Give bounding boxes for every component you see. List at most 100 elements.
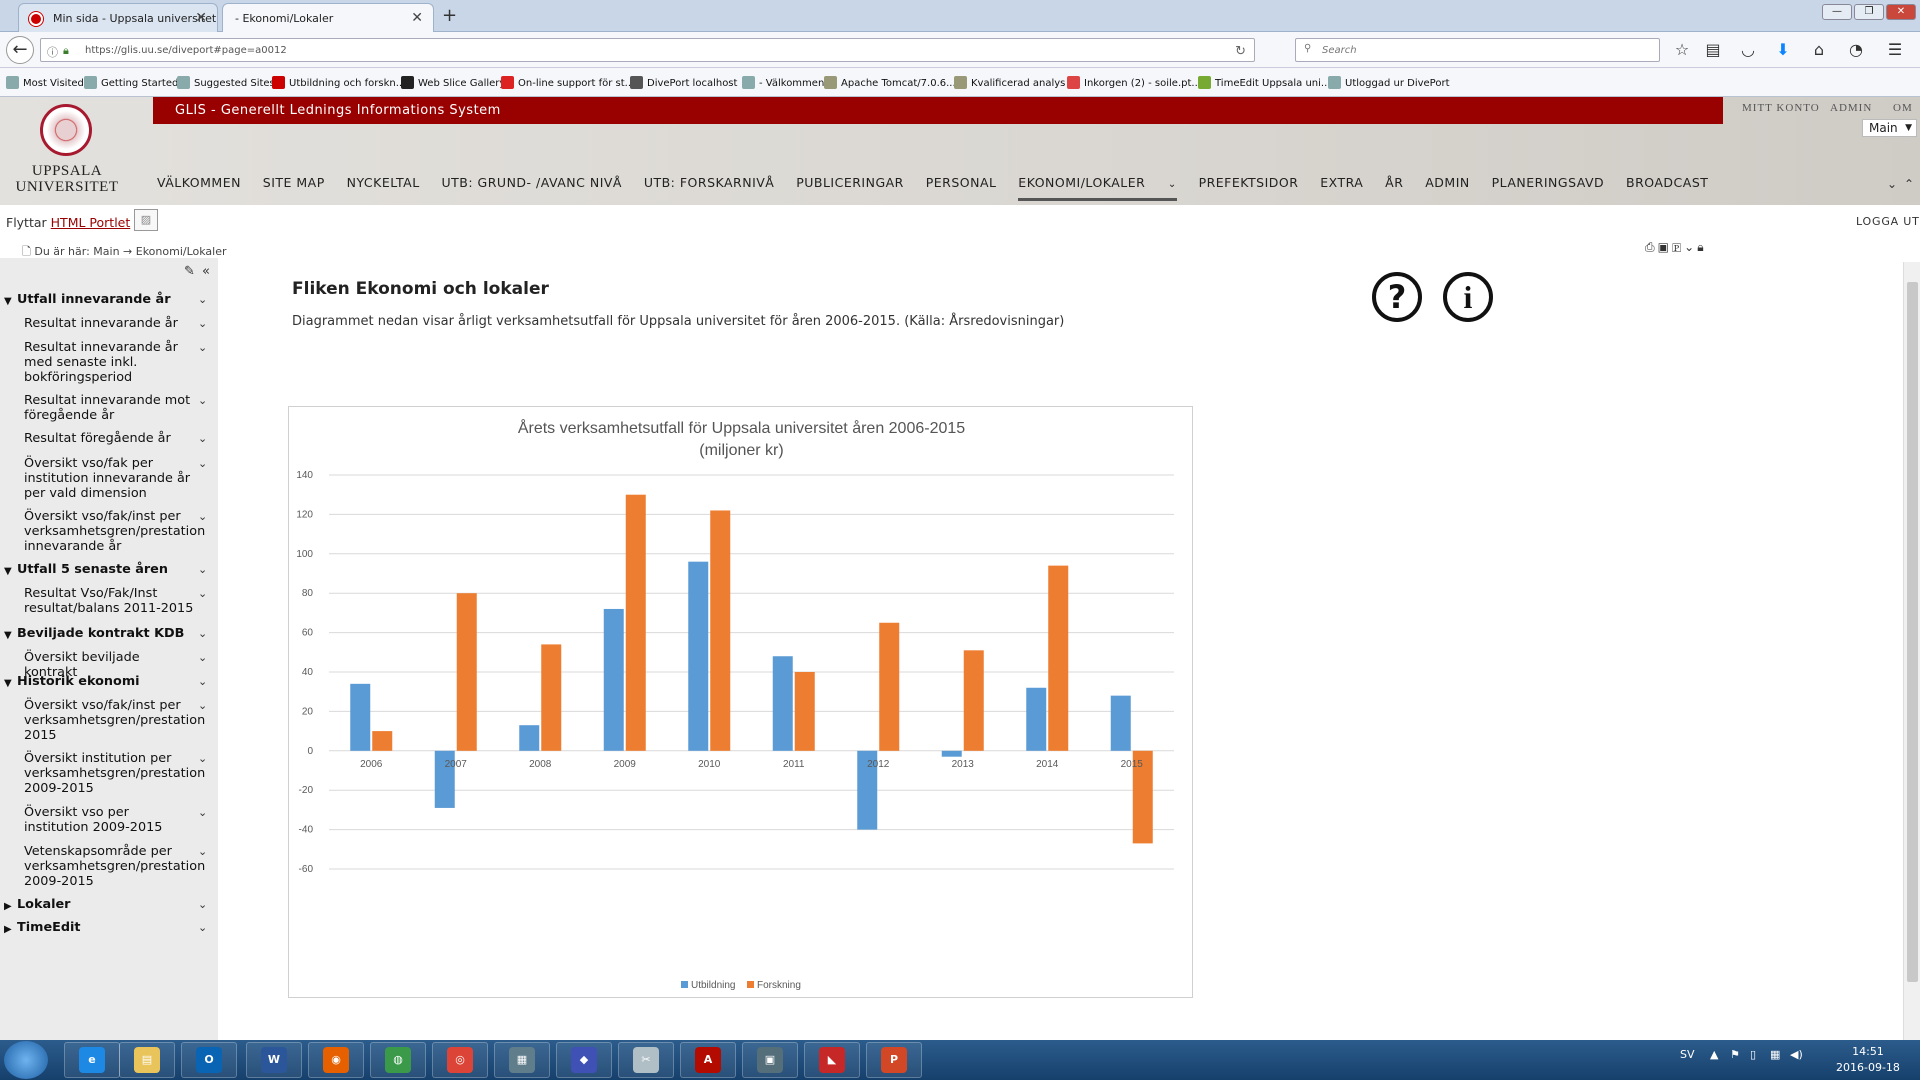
sidebar-item[interactable]: Resultat Vso/Fak/Inst resultat/balans 20… bbox=[0, 586, 218, 616]
chevron-down-icon[interactable]: ⌄ bbox=[198, 805, 207, 820]
show-hidden-icons-icon[interactable]: ▲ bbox=[1710, 1048, 1718, 1061]
bookmark-item[interactable]: Apache Tomcat/7.0.6... bbox=[824, 76, 956, 89]
sidebar-item[interactable]: Vetenskapsområde per verksamhetsgren/pre… bbox=[0, 844, 218, 889]
chevron-down-icon[interactable]: ⌄ bbox=[198, 920, 207, 935]
taskbar-app-cube-app[interactable]: ◆ bbox=[556, 1042, 612, 1078]
bookmark-star-icon[interactable]: ☆ bbox=[1672, 40, 1692, 59]
menu-item-publiceringar[interactable]: PUBLICERINGAR bbox=[796, 175, 904, 194]
url-bar[interactable]: ⓘ 🔒︎ https://glis.uu.se/diveport#page=a0… bbox=[40, 38, 1255, 62]
tab-ekonomi-lokaler[interactable]: - Ekonomi/Lokaler ✕ bbox=[222, 3, 434, 33]
clock[interactable]: 14:51 2016-09-18 bbox=[1836, 1044, 1900, 1076]
sidebar-section[interactable]: ▼ Historik ekonomi ⌄ bbox=[0, 674, 218, 689]
menu-item-broadcast[interactable]: BROADCAST bbox=[1626, 175, 1708, 194]
sidebar-section[interactable]: ▼ Utfall 5 senaste åren ⌄ bbox=[0, 562, 218, 577]
menu-item-valkommen[interactable]: VÄLKOMMEN bbox=[157, 175, 241, 194]
menu-item-site-map[interactable]: SITE MAP bbox=[263, 175, 325, 194]
back-button[interactable]: ← bbox=[6, 36, 34, 64]
chevron-down-icon[interactable]: ⌄ bbox=[198, 650, 207, 665]
chevron-down-icon[interactable]: ⌄ bbox=[198, 431, 207, 446]
taskbar-app-snipping-tool[interactable]: ✂ bbox=[618, 1042, 674, 1078]
portlet-image-icon[interactable]: ▨ bbox=[134, 209, 158, 231]
taskbar-app-acrobat[interactable]: A bbox=[680, 1042, 736, 1078]
sidebar-item[interactable]: Översikt vso/fak/inst per verksamhetsgre… bbox=[0, 698, 218, 743]
start-button[interactable] bbox=[4, 1041, 48, 1079]
tab-min-sida[interactable]: Min sida - Uppsala universitet ✕ bbox=[18, 3, 218, 32]
flag-icon[interactable]: ⚑ bbox=[1730, 1048, 1740, 1061]
taskbar-app-chrome[interactable]: ◎ bbox=[432, 1042, 488, 1078]
collapsed-triangle-icon[interactable]: ▶ bbox=[4, 922, 12, 937]
minimize-icon[interactable]: — bbox=[1822, 4, 1852, 20]
chevron-down-icon[interactable]: ⌄ bbox=[198, 897, 207, 912]
pocket-icon[interactable]: ◡ bbox=[1738, 40, 1758, 59]
image-icon[interactable]: ▣ bbox=[1658, 240, 1672, 254]
sidebar-section[interactable]: ▼ Utfall innevarande år ⌄ bbox=[0, 292, 218, 307]
new-tab-icon[interactable]: + bbox=[442, 5, 457, 26]
chevron-down-icon[interactable]: ⌄ bbox=[198, 674, 207, 689]
bookmark-item[interactable]: Utbildning och forskn... bbox=[272, 76, 405, 89]
chevron-down-icon[interactable]: ⌄ bbox=[198, 316, 207, 331]
uu-seal-logo[interactable] bbox=[40, 104, 92, 156]
expand-triangle-icon[interactable]: ▼ bbox=[4, 294, 12, 309]
collapse-sidebar-icon[interactable]: « bbox=[202, 264, 210, 279]
bookmark-item[interactable]: TimeEdit Uppsala uni... bbox=[1198, 76, 1330, 89]
menu-item-utb-grund[interactable]: UTB: GRUND- /AVANC NIVÅ bbox=[442, 175, 622, 194]
taskbar-app-notepad[interactable]: ▦ bbox=[494, 1042, 550, 1078]
vertical-scrollbar[interactable] bbox=[1903, 262, 1920, 1040]
taskbar-app-word[interactable]: W bbox=[246, 1042, 302, 1078]
chevron-down-icon[interactable]: ⌄ bbox=[1887, 177, 1897, 191]
bookmark-item[interactable]: On-line support för st... bbox=[501, 76, 634, 89]
language-indicator[interactable]: SV bbox=[1680, 1048, 1695, 1061]
sidebar-section[interactable]: ▶ Lokaler ⌄ bbox=[0, 897, 218, 912]
html-portlet-link[interactable]: HTML Portlet bbox=[51, 215, 131, 230]
portlet-p-icon[interactable]: 🄿︎ bbox=[1672, 240, 1684, 254]
chevron-down-icon[interactable]: ⌄ bbox=[198, 509, 207, 524]
taskbar-app-powerpoint[interactable]: P bbox=[866, 1042, 922, 1078]
scrollbar-thumb[interactable] bbox=[1907, 282, 1918, 982]
mitt-konto-link[interactable]: MITT KONTO bbox=[1742, 102, 1820, 114]
home-icon[interactable]: ⌂ bbox=[1809, 40, 1829, 59]
menu-item-extra[interactable]: EXTRA bbox=[1320, 175, 1363, 194]
chevron-down-icon[interactable]: ⌄ bbox=[198, 698, 207, 713]
bookmark-item[interactable]: - Välkommen bbox=[742, 76, 824, 89]
chevron-down-icon[interactable]: ⌄ bbox=[198, 562, 207, 577]
taskbar-app-internet-explorer[interactable]: e bbox=[64, 1042, 120, 1078]
restore-icon[interactable]: ❐ bbox=[1854, 4, 1884, 20]
bookmark-item[interactable]: Kvalificerad analys bbox=[954, 76, 1065, 89]
print-icon[interactable]: ⎙ bbox=[1645, 240, 1658, 254]
sidebar-item[interactable]: Resultat innevarande mot föregående år ⌄ bbox=[0, 393, 218, 423]
bookmark-item[interactable]: Getting Started bbox=[84, 76, 178, 89]
bookmark-item[interactable]: Web Slice Gallery bbox=[401, 76, 505, 89]
reload-icon[interactable]: ↻ bbox=[1235, 44, 1246, 59]
taskbar-app-file-explorer[interactable]: ▤ bbox=[119, 1042, 175, 1078]
page-select[interactable]: Main ▼ bbox=[1862, 119, 1917, 137]
logout-link[interactable]: LOGGA UT bbox=[1856, 215, 1920, 228]
bookmark-item[interactable]: Most Visited bbox=[6, 76, 84, 89]
chevron-down-icon[interactable]: ⌄ bbox=[198, 456, 207, 471]
sidebar-item[interactable]: Översikt vso/fak per institution innevar… bbox=[0, 456, 218, 501]
sidebar-item[interactable]: Resultat föregående år ⌄ bbox=[0, 431, 218, 446]
menu-item-prefektsidor[interactable]: PREFEKTSIDOR bbox=[1199, 175, 1299, 194]
sidebar-item[interactable]: Översikt vso per institution 2009-2015 ⌄ bbox=[0, 805, 218, 835]
chevron-down-icon[interactable]: ⌄ bbox=[198, 393, 207, 408]
menu-item-ar[interactable]: ÅR bbox=[1385, 175, 1403, 194]
collapsed-triangle-icon[interactable]: ▶ bbox=[4, 899, 12, 914]
chevron-down-icon[interactable]: ⌄ bbox=[1684, 240, 1697, 254]
bookmark-item[interactable]: Utloggad ur DivePort bbox=[1328, 76, 1450, 89]
chevron-down-icon[interactable]: ⌄ bbox=[198, 844, 207, 859]
lock-icon[interactable]: 🔒︎ bbox=[1697, 240, 1706, 254]
info-icon[interactable]: i bbox=[1443, 272, 1493, 322]
expand-triangle-icon[interactable]: ▼ bbox=[4, 676, 12, 691]
chat-icon[interactable]: ◔ bbox=[1846, 40, 1866, 59]
chevron-down-icon[interactable]: ⌄ bbox=[198, 292, 207, 307]
chevron-down-icon[interactable]: ⌄ bbox=[198, 751, 207, 766]
taskbar-app-firefox[interactable]: ◉ bbox=[308, 1042, 364, 1078]
close-tab-icon[interactable]: ✕ bbox=[195, 10, 207, 26]
menu-item-nyckeltal[interactable]: NYCKELTAL bbox=[347, 175, 420, 194]
menu-item-personal[interactable]: PERSONAL bbox=[926, 175, 997, 194]
sidebar-item[interactable]: Översikt institution per verksamhetsgren… bbox=[0, 751, 218, 796]
sidebar-section[interactable]: ▶ TimeEdit ⌄ bbox=[0, 920, 218, 935]
collapse-up-icon[interactable]: ⌃ bbox=[1904, 177, 1914, 191]
network-icon[interactable]: ▦ bbox=[1770, 1048, 1780, 1061]
bookmark-item[interactable]: Suggested Sites bbox=[177, 76, 275, 89]
menu-icon[interactable]: ☰ bbox=[1885, 40, 1905, 59]
